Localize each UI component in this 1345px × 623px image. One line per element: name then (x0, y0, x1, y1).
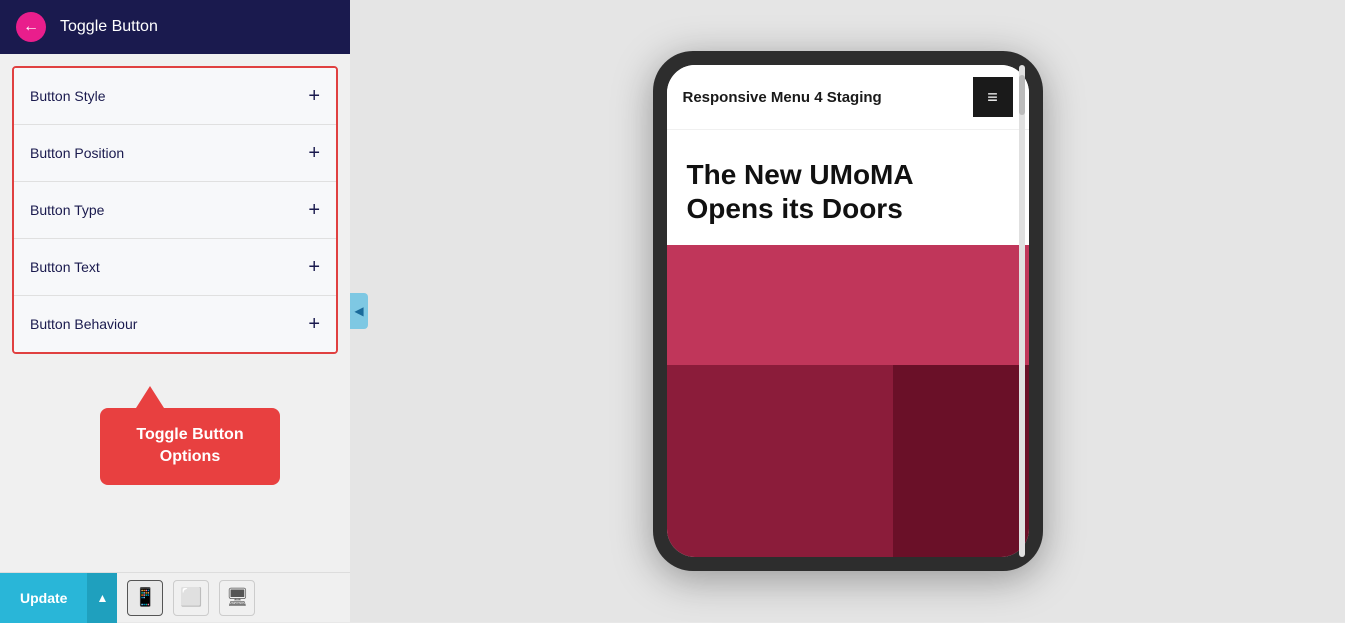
tablet-icon: ⬜ (180, 587, 202, 608)
desktop-icon: 🖥 (226, 587, 249, 608)
accordion-item-button-style[interactable]: Button Style + (14, 68, 336, 125)
hero-title-text: The New UMoMAOpens its Doors (687, 159, 914, 224)
color-block-dark-right (893, 365, 1029, 557)
accordion-label-button-type: Button Type (30, 202, 104, 218)
plus-icon-button-style: + (308, 86, 320, 106)
update-arrow-button[interactable]: ▲ (87, 573, 117, 623)
accordion-item-button-type[interactable]: Button Type + (14, 182, 336, 239)
phone-nav-title: Responsive Menu 4 Staging (683, 89, 882, 106)
phone-mockup: Responsive Menu 4 Staging ≡ The New UMoM… (653, 51, 1043, 571)
phone-image-area (667, 245, 1029, 557)
callout-arrow (136, 386, 164, 408)
plus-icon-button-type: + (308, 200, 320, 220)
accordion-label-button-behaviour: Button Behaviour (30, 316, 137, 332)
mobile-icon: 📱 (134, 587, 156, 608)
accordion-label-button-text: Button Text (30, 259, 100, 275)
hamburger-icon: ≡ (987, 87, 998, 108)
accordion-item-button-text[interactable]: Button Text + (14, 239, 336, 296)
arrow-up-icon: ▲ (97, 591, 109, 605)
chevron-left-icon: ◀ (354, 304, 363, 318)
sidebar-collapse-button[interactable]: ◀ (350, 293, 368, 329)
color-block-dark-left (667, 365, 893, 557)
callout-container: Toggle ButtonOptions (30, 386, 350, 485)
sidebar-title: Toggle Button (60, 18, 158, 36)
main-content: Responsive Menu 4 Staging ≡ The New UMoM… (350, 0, 1345, 622)
device-desktop-button[interactable]: 🖥 (219, 580, 255, 616)
back-arrow-icon: ← (23, 18, 39, 36)
sidebar-header: ← Toggle Button (0, 0, 350, 54)
sidebar: ← Toggle Button Button Style + Button Po… (0, 0, 350, 622)
plus-icon-button-behaviour: + (308, 314, 320, 334)
device-tablet-button[interactable]: ⬜ (173, 580, 209, 616)
accordion-label-button-position: Button Position (30, 145, 124, 161)
scroll-thumb (1019, 75, 1025, 115)
hamburger-button[interactable]: ≡ (973, 77, 1013, 117)
device-mobile-button[interactable]: 📱 (127, 580, 163, 616)
callout-box: Toggle ButtonOptions (100, 408, 280, 485)
color-block-bottom (667, 365, 1029, 557)
scroll-track (1019, 65, 1025, 557)
accordion-item-button-position[interactable]: Button Position + (14, 125, 336, 182)
accordion-container: Button Style + Button Position + Button … (12, 66, 338, 354)
scroll-indicator[interactable] (1019, 65, 1027, 557)
accordion-item-button-behaviour[interactable]: Button Behaviour + (14, 296, 336, 352)
back-button[interactable]: ← (16, 12, 46, 42)
color-block-top (667, 245, 1029, 365)
sidebar-bottom-toolbar: Update ▲ 📱 ⬜ 🖥 (0, 572, 350, 622)
accordion-label-button-style: Button Style (30, 88, 106, 104)
phone-screen: Responsive Menu 4 Staging ≡ The New UMoM… (667, 65, 1029, 557)
update-button[interactable]: Update (0, 573, 87, 623)
phone-hero-text: The New UMoMAOpens its Doors (667, 130, 1029, 245)
phone-hero-title: The New UMoMAOpens its Doors (687, 158, 1009, 225)
phone-nav: Responsive Menu 4 Staging ≡ (667, 65, 1029, 130)
plus-icon-button-position: + (308, 143, 320, 163)
plus-icon-button-text: + (308, 257, 320, 277)
callout-text: Toggle ButtonOptions (136, 426, 243, 465)
